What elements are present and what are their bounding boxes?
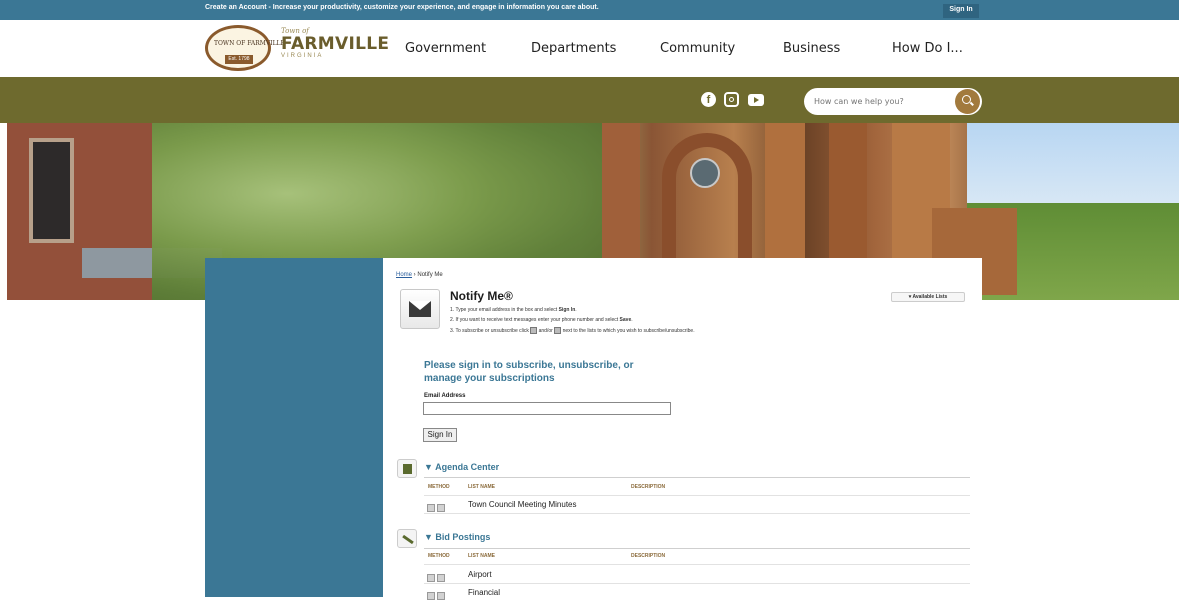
column-header-description: DESCRIPTION: [631, 484, 666, 490]
list-item: Financial: [468, 588, 501, 597]
sidebar-panel: [205, 258, 383, 597]
nav-community[interactable]: Community: [660, 41, 735, 56]
column-header-list-name: LIST NAME: [468, 553, 495, 559]
seal-established: Est. 1798: [225, 55, 253, 64]
instruction-step-3: 3. To subscribe or unsubscribe click and…: [450, 327, 695, 334]
breadcrumb: Home › Notify Me: [396, 272, 443, 278]
facebook-icon[interactable]: f: [701, 92, 716, 107]
column-header-method: METHOD: [428, 484, 450, 490]
email-subscribe-icon[interactable]: [427, 574, 435, 582]
sign-in-heading: Please sign in to subscribe, unsubscribe…: [424, 360, 634, 384]
subscribe-method-icons[interactable]: [427, 569, 447, 582]
email-subscribe-icon[interactable]: [427, 592, 435, 600]
search-input[interactable]: [814, 94, 944, 109]
instagram-icon[interactable]: [724, 92, 739, 107]
nav-departments[interactable]: Departments: [531, 41, 616, 56]
email-subscribe-icon[interactable]: [427, 504, 435, 512]
brand-name: FARMVILLE: [281, 34, 390, 54]
sms-subscribe-icon[interactable]: [437, 592, 445, 600]
section-title-agenda-center[interactable]: ▼ Agenda Center: [424, 462, 499, 472]
breadcrumb-home-link[interactable]: Home: [396, 272, 412, 278]
sms-subscribe-icon[interactable]: [437, 504, 445, 512]
youtube-icon[interactable]: [748, 94, 764, 106]
instruction-step-1: 1. Type your email address in the box an…: [450, 307, 577, 313]
sms-subscribe-icon[interactable]: [437, 574, 445, 582]
search-box: [804, 88, 982, 115]
main-content: Home › Notify Me Notify Me® 1. Type your…: [383, 258, 982, 600]
bid-postings-icon: [397, 529, 417, 548]
list-item: Airport: [468, 570, 492, 579]
email-label: Email Address: [424, 393, 466, 399]
available-lists-button[interactable]: ▾ Available Lists: [891, 292, 965, 302]
agenda-center-icon: [397, 459, 417, 478]
sign-in-button[interactable]: Sign In: [423, 428, 457, 442]
utility-bar: f: [0, 77, 1179, 123]
seal-name: TOWN OF FARMVILLE: [214, 40, 285, 47]
subscribe-method-icons[interactable]: [427, 499, 447, 512]
nav-business[interactable]: Business: [783, 41, 840, 56]
section-title-bid-postings[interactable]: ▼ Bid Postings: [424, 532, 490, 542]
town-seal-logo[interactable]: TOWN OF FARMVILLE Est. 1798: [205, 25, 285, 71]
top-sign-in-button[interactable]: Sign In: [943, 4, 979, 18]
page-title: Notify Me®: [450, 289, 513, 303]
envelope-icon: [400, 289, 440, 329]
search-button[interactable]: [955, 89, 980, 114]
breadcrumb-current: Notify Me: [417, 272, 443, 278]
list-item: Town Council Meeting Minutes: [468, 500, 577, 509]
column-header-description: DESCRIPTION: [631, 553, 666, 559]
site-header: TOWN OF FARMVILLE Est. 1798 Town of FARM…: [0, 20, 1179, 77]
top-bar: Create an Account - Increase your produc…: [0, 0, 1179, 20]
nav-how-do-i[interactable]: How Do I...: [892, 41, 963, 56]
instruction-step-2: 2. If you want to receive text messages …: [450, 317, 633, 323]
subscribe-method-icons[interactable]: [427, 587, 447, 600]
email-field[interactable]: [423, 402, 671, 415]
column-header-method: METHOD: [428, 553, 450, 559]
brand-wordmark[interactable]: Town of FARMVILLE VIRGINIA: [281, 27, 389, 59]
create-account-link[interactable]: Create an Account - Increase your produc…: [205, 4, 599, 11]
column-header-list-name: LIST NAME: [468, 484, 495, 490]
nav-government[interactable]: Government: [405, 41, 486, 56]
